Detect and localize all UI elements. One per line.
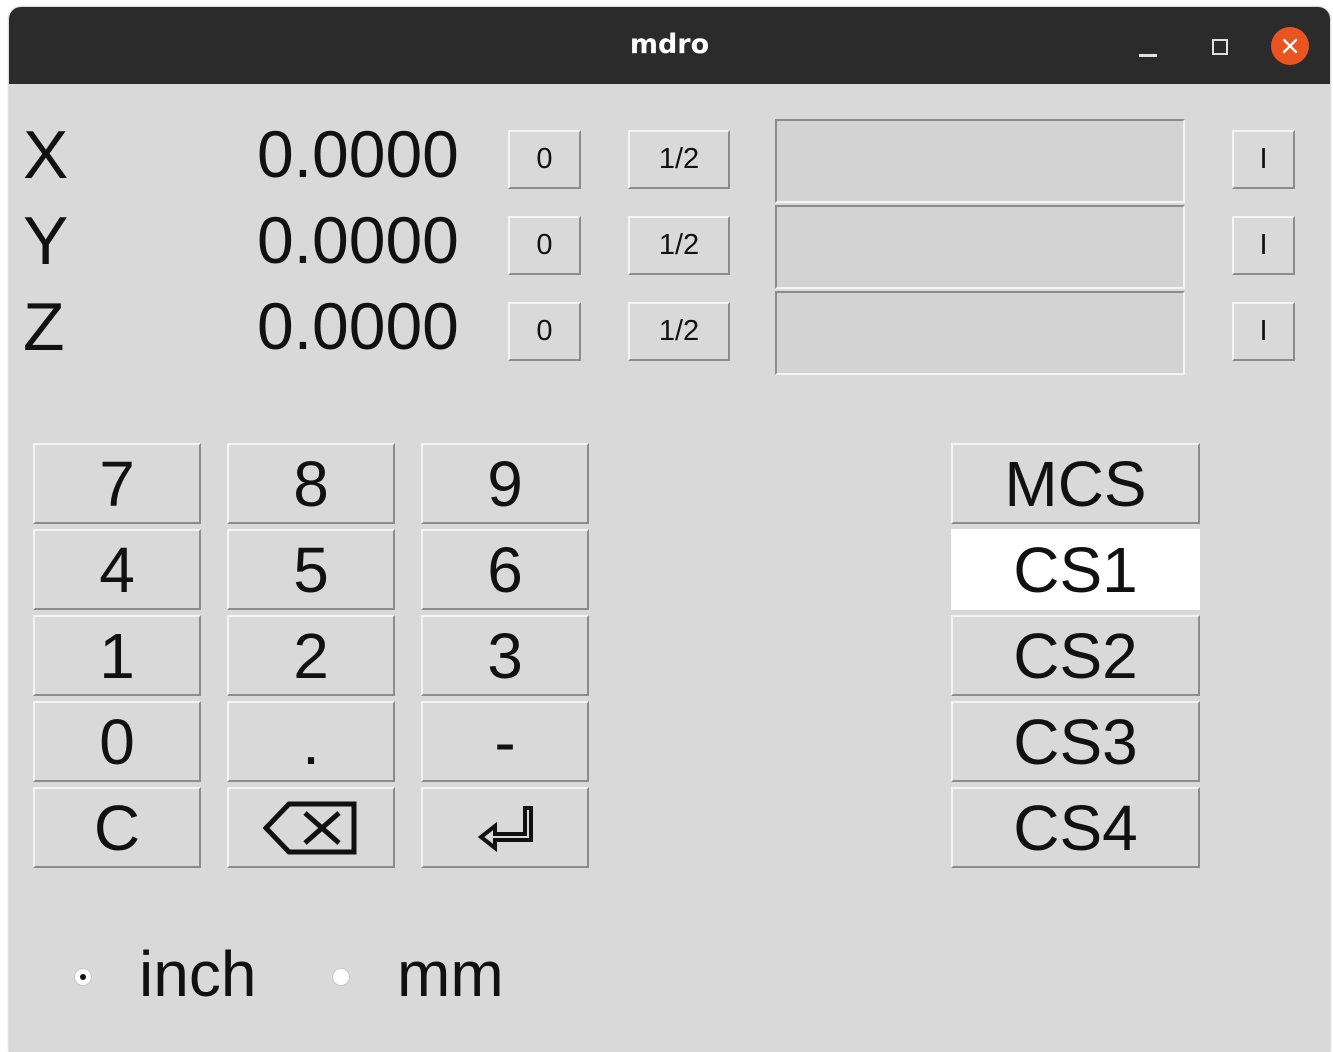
radio-selected-dot <box>80 974 86 980</box>
app-window: mdro X 0.0000 0 1/2 I Y 0.0000 0 1/2 I Z… <box>9 7 1330 1052</box>
cs-cs3-button[interactable]: CS3 <box>951 701 1200 782</box>
entry-x-field[interactable] <box>775 119 1185 203</box>
key-enter-button[interactable] <box>421 787 589 868</box>
cs-mcs-button[interactable]: MCS <box>951 443 1200 524</box>
title-bar: mdro <box>9 7 1330 84</box>
maximize-icon <box>1212 39 1228 55</box>
cs-cs4-button[interactable]: CS4 <box>951 787 1200 868</box>
axis-value-x: 0.0000 <box>257 117 459 191</box>
axis-value-y: 0.0000 <box>257 203 459 277</box>
key-backspace-button[interactable] <box>227 787 395 868</box>
maximize-button[interactable] <box>1201 27 1237 63</box>
half-z-button[interactable]: 1/2 <box>628 302 730 361</box>
units-radio-group: inch mm <box>9 942 609 1006</box>
entry-y-field[interactable] <box>775 205 1185 289</box>
key-6-button[interactable]: 6 <box>421 529 589 610</box>
key-5-button[interactable]: 5 <box>227 529 395 610</box>
axis-value-z: 0.0000 <box>257 289 459 363</box>
mm-label[interactable]: mm <box>397 942 504 1006</box>
minimize-icon <box>1139 54 1157 57</box>
close-button[interactable] <box>1271 27 1309 65</box>
axis-label-z: Z <box>23 289 65 365</box>
axis-label-x: X <box>23 117 69 193</box>
enter-icon <box>477 805 533 852</box>
key-decimal-button[interactable]: . <box>227 701 395 782</box>
close-icon <box>1282 38 1298 54</box>
mm-radio[interactable] <box>332 968 350 986</box>
incr-x-button[interactable]: I <box>1232 130 1295 189</box>
half-y-button[interactable]: 1/2 <box>628 216 730 275</box>
minimize-button[interactable] <box>1130 27 1166 63</box>
zero-x-button[interactable]: 0 <box>508 130 581 189</box>
cs-cs1-button[interactable]: CS1 <box>951 529 1200 610</box>
zero-z-button[interactable]: 0 <box>508 302 581 361</box>
incr-y-button[interactable]: I <box>1232 216 1295 275</box>
key-8-button[interactable]: 8 <box>227 443 395 524</box>
key-2-button[interactable]: 2 <box>227 615 395 696</box>
key-3-button[interactable]: 3 <box>421 615 589 696</box>
cs-cs2-button[interactable]: CS2 <box>951 615 1200 696</box>
axis-label-y: Y <box>23 203 69 279</box>
key-0-button[interactable]: 0 <box>33 701 201 782</box>
key-9-button[interactable]: 9 <box>421 443 589 524</box>
backspace-icon <box>263 801 357 854</box>
key-4-button[interactable]: 4 <box>33 529 201 610</box>
key-clear-button[interactable]: C <box>33 787 201 868</box>
inch-label[interactable]: inch <box>139 942 256 1006</box>
entry-z-field[interactable] <box>775 291 1185 375</box>
inch-radio[interactable] <box>74 968 92 986</box>
zero-y-button[interactable]: 0 <box>508 216 581 275</box>
half-x-button[interactable]: 1/2 <box>628 130 730 189</box>
key-7-button[interactable]: 7 <box>33 443 201 524</box>
key-1-button[interactable]: 1 <box>33 615 201 696</box>
incr-z-button[interactable]: I <box>1232 302 1295 361</box>
key-minus-button[interactable]: - <box>421 701 589 782</box>
